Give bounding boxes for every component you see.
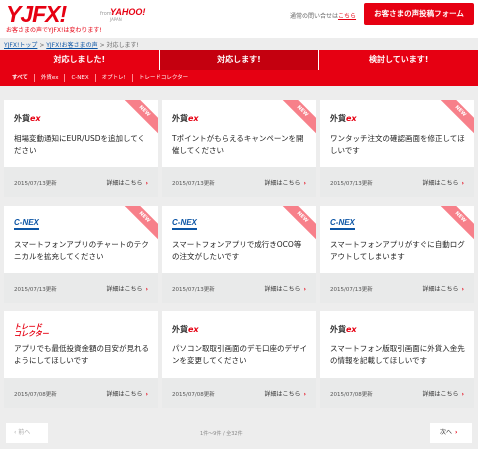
detail-link[interactable]: 詳細はこちら › — [107, 178, 149, 187]
inquiry-link[interactable]: こちら — [338, 13, 356, 20]
card-footer: 2015/07/13更新 詳細はこちら › — [320, 273, 474, 303]
card-footer: 2015/07/08更新 詳細はこちら › — [320, 378, 474, 408]
detail-link[interactable]: 詳細はこちら › — [423, 178, 465, 187]
voice-card[interactable]: NEW 外貨ex ワンタッチ注文の確認画面を修正してほしいです 2015/07/… — [320, 100, 474, 197]
card-date: 2015/07/13更新 — [330, 287, 373, 293]
page-info: 1件～9件 / 全32件 — [200, 431, 243, 437]
cnex-logo: C-NEX — [14, 219, 39, 230]
voice-card[interactable]: NEW C-NEX スマートフォンアプリのチャートのテクニカルを拡充してください… — [4, 206, 158, 303]
chevron-right-icon: › — [461, 286, 464, 293]
card-title: Tポイントがもらえるキャンペーンを開催してください — [172, 134, 304, 155]
new-badge: NEW — [120, 206, 158, 242]
category-all[interactable]: すべて — [6, 74, 35, 82]
card-footer: 2015/07/13更新 詳細はこちら › — [162, 273, 316, 303]
card-title: パソコン取取引画面のデモ口座のデザインを変更してください — [172, 344, 307, 365]
card-date: 2015/07/08更新 — [330, 392, 373, 398]
card-footer: 2015/07/13更新 詳細はこちら › — [162, 167, 316, 197]
new-badge: NEW — [436, 100, 474, 136]
prev-page-button[interactable]: ‹ 前へ — [6, 423, 48, 443]
cnex-logo: C-NEX — [172, 219, 197, 230]
yahoo-logo-sub: JAPAN — [110, 17, 122, 22]
tagline: お客さまの声でYJFX!は変わります! — [6, 27, 102, 34]
chevron-right-icon: › — [303, 180, 306, 187]
category-gaika-ex[interactable]: 外貨ex — [35, 74, 66, 82]
chevron-right-icon: › — [145, 286, 148, 293]
new-badge: NEW — [436, 206, 474, 242]
detail-link[interactable]: 詳細はこちら › — [107, 389, 149, 398]
chevron-right-icon: › — [455, 429, 458, 436]
voice-card[interactable]: NEW 外貨ex Tポイントがもらえるキャンペーンを開催してください 2015/… — [162, 100, 316, 197]
yahoo-logo: YAHOO! — [110, 7, 146, 17]
gaika-ex-logo: 外貨ex — [14, 114, 41, 123]
card-title: スマートフォン版取引画面に外貨入金先の情報を記載してほしいです — [330, 344, 465, 365]
voice-card[interactable]: NEW C-NEX スマートフォンアプリで成行きOCO等の注文がしたいです 20… — [162, 206, 316, 303]
card-title: 相場変動通知にEUR/USDを追加してください — [14, 134, 146, 155]
chevron-right-icon: › — [461, 180, 464, 187]
chevron-right-icon: › — [303, 391, 306, 398]
detail-link[interactable]: 詳細はこちら › — [265, 284, 307, 293]
inquiry-text: 通常の問い合せはこちら — [290, 11, 356, 20]
gaika-ex-logo: 外貨ex — [330, 114, 357, 123]
next-page-button[interactable]: 次へ › — [430, 423, 472, 443]
card-footer: 2015/07/13更新 詳細はこちら › — [4, 273, 158, 303]
detail-link[interactable]: 詳細はこちら › — [265, 178, 307, 187]
card-title: アプリでも最低投資金額の目安が見れるようにしてほしいです — [14, 344, 149, 365]
card-title: ワンタッチ注文の確認画面を修正してほしいです — [330, 134, 465, 155]
card-date: 2015/07/08更新 — [172, 392, 215, 398]
breadcrumb-sep: > — [37, 42, 47, 49]
gaika-ex-logo: 外貨ex — [172, 325, 199, 334]
card-footer: 2015/07/08更新 詳細はこちら › — [4, 378, 158, 408]
new-badge: NEW — [120, 100, 158, 136]
card-date: 2015/07/13更新 — [14, 181, 57, 187]
detail-link[interactable]: 詳細はこちら › — [265, 389, 307, 398]
post-form-button[interactable]: お客さまの声投稿フォーム — [364, 3, 474, 25]
breadcrumb: YJFX!トップ > YJFX!お客さまの声 > 対応します! — [4, 40, 139, 49]
new-badge: NEW — [278, 206, 316, 242]
gaika-ex-logo: 外貨ex — [172, 114, 199, 123]
voice-card[interactable]: NEW C-NEX スマートフォンアプリがすぐに自動ログアウトしてしまいます 2… — [320, 206, 474, 303]
card-date: 2015/07/13更新 — [172, 181, 215, 187]
tab-will-do[interactable]: 対応します! — [159, 50, 320, 70]
detail-link[interactable]: 詳細はこちら › — [107, 284, 149, 293]
card-footer: 2015/07/13更新 詳細はこちら › — [320, 167, 474, 197]
chevron-right-icon: › — [461, 391, 464, 398]
breadcrumb-current: 対応します! — [106, 42, 139, 49]
status-tabs: 対応しました! 対応します! 検討しています! — [0, 50, 478, 70]
voice-card[interactable]: 外貨ex パソコン取取引画面のデモ口座のデザインを変更してください 2015/0… — [162, 311, 316, 408]
chevron-right-icon: › — [145, 180, 148, 187]
breadcrumb-voices[interactable]: YJFX!お客さまの声 — [46, 42, 97, 49]
card-title: スマートフォンアプリで成行きOCO等の注文がしたいです — [172, 240, 302, 261]
category-cnex[interactable]: C-NEX — [65, 74, 96, 82]
category-optre[interactable]: オプトレ! — [96, 74, 133, 82]
voice-card[interactable]: トレード コレクター アプリでも最低投資金額の目安が見れるようにしてほしいです 2… — [4, 311, 158, 408]
category-bar: すべて 外貨ex C-NEX オプトレ! トレードコレクター — [0, 70, 478, 86]
detail-link[interactable]: 詳細はこちら › — [423, 389, 465, 398]
voice-card[interactable]: 外貨ex スマートフォン版取引画面に外貨入金先の情報を記載してほしいです 201… — [320, 311, 474, 408]
category-trade-collector[interactable]: トレードコレクター — [133, 74, 194, 82]
pagination: ‹ 前へ 1件～9件 / 全32件 次へ › — [0, 420, 478, 449]
card-title: スマートフォンアプリがすぐに自動ログアウトしてしまいます — [330, 240, 465, 261]
site-header: YJFX! from YAHOO! JAPAN お客さまの声でYJFX!は変わり… — [0, 0, 478, 38]
gaika-ex-logo: 外貨ex — [330, 325, 357, 334]
tab-considering[interactable]: 検討しています! — [319, 50, 478, 70]
detail-link[interactable]: 詳細はこちら › — [423, 284, 465, 293]
card-date: 2015/07/13更新 — [172, 287, 215, 293]
card-date: 2015/07/13更新 — [14, 287, 57, 293]
card-date: 2015/07/13更新 — [330, 181, 373, 187]
cnex-logo: C-NEX — [330, 219, 355, 230]
new-badge: NEW — [278, 100, 316, 136]
chevron-right-icon: › — [145, 391, 148, 398]
yjfx-logo[interactable]: YJFX! — [6, 2, 67, 26]
card-title: スマートフォンアプリのチャートのテクニカルを拡充してください — [14, 240, 149, 261]
card-footer: 2015/07/13更新 詳細はこちら › — [4, 167, 158, 197]
breadcrumb-sep: > — [97, 42, 107, 49]
voice-card[interactable]: NEW 外貨ex 相場変動通知にEUR/USDを追加してください 2015/07… — [4, 100, 158, 197]
card-footer: 2015/07/08更新 詳細はこちら › — [162, 378, 316, 408]
card-date: 2015/07/08更新 — [14, 392, 57, 398]
tab-done[interactable]: 対応しました! — [0, 50, 160, 70]
chevron-right-icon: › — [303, 286, 306, 293]
breadcrumb-home[interactable]: YJFX!トップ — [4, 42, 37, 49]
inquiry-label: 通常の問い合せは — [290, 13, 339, 20]
trade-collector-logo: トレード コレクター — [14, 323, 49, 338]
